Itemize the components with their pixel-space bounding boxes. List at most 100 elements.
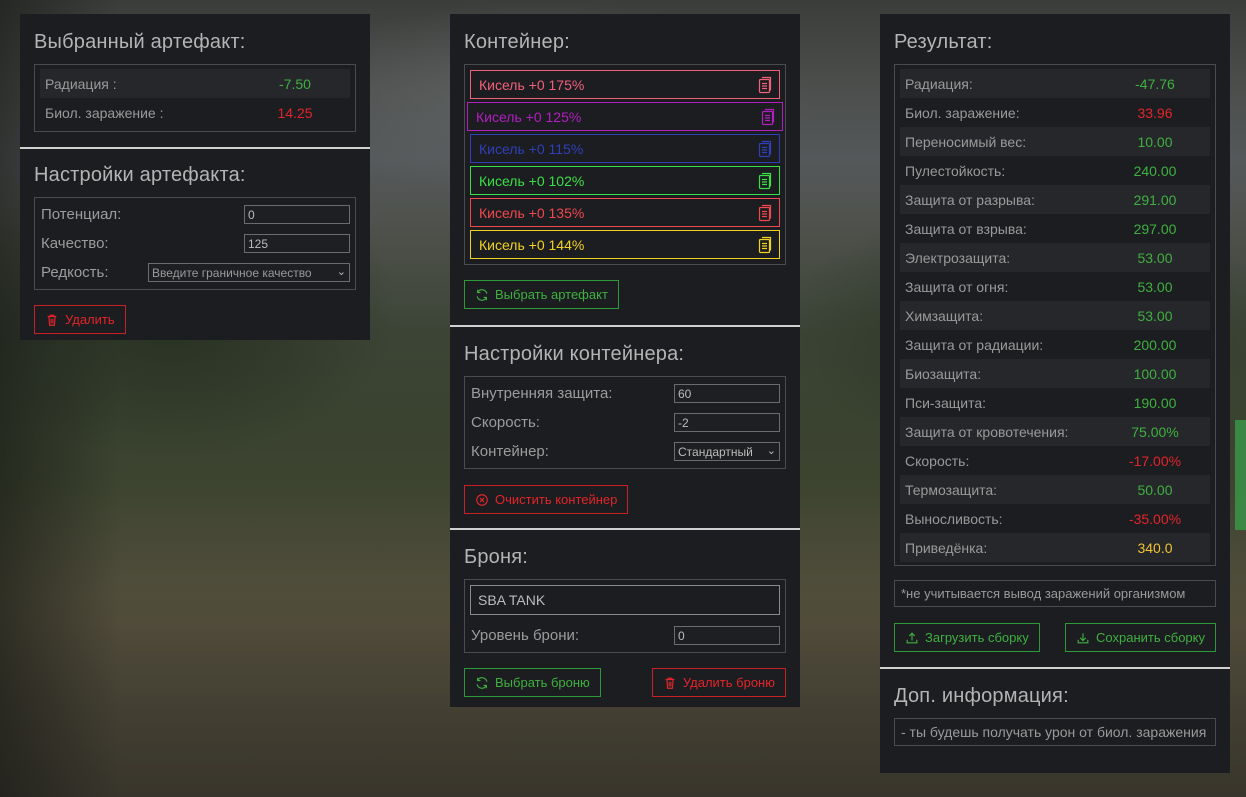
delete-armor-button[interactable]: Удалить броню (651, 668, 786, 697)
document-icon[interactable] (760, 108, 776, 126)
container-type-label: Контейнер: (471, 443, 549, 460)
stat-label: Защита от огня: (905, 278, 1009, 295)
stat-label: Скорость: (905, 452, 970, 469)
delete-artifact-button[interactable]: Удалить (34, 305, 126, 334)
container-slots: Кисель +0 175% Кисель +0 125% Кисель +0 11… (464, 64, 786, 265)
stat-value: 240.00 (1133, 162, 1177, 179)
stat-label: Радиация: (905, 75, 973, 92)
result-title: Результат: (894, 31, 993, 53)
stat-label: Электрозащита: (905, 249, 1011, 266)
close-circle-icon (476, 493, 488, 506)
potential-input[interactable] (244, 205, 350, 224)
document-icon[interactable] (757, 236, 773, 254)
stat-row: Защита от взрыва: 297.00 (900, 214, 1210, 243)
stat-row: Радиация: -47.76 (900, 69, 1210, 98)
result-stats: Радиация: -47.76 Биол. заражение: 33.96 Пере… (894, 64, 1216, 566)
stat-label: Биол. заражение : (45, 104, 164, 121)
container-slot[interactable]: Кисель +0 135% (470, 198, 780, 227)
stat-value: 10.00 (1137, 133, 1173, 150)
extra-info-title: Доп. информация: (894, 685, 1069, 707)
stat-label: Пси-защита: (905, 394, 987, 411)
artifact-stats: Радиация : -7.50 Биол. заражение : 14.25 (34, 64, 356, 132)
artifact-settings-title: Настройки артефакта: (34, 164, 246, 186)
stat-label: Приведёнка: (905, 539, 988, 556)
choose-artifact-button[interactable]: Выбрать артефакт (464, 280, 619, 309)
download-icon (1077, 632, 1089, 643)
stat-label: Радиация : (45, 75, 117, 92)
stat-label: Пулестойкость: (905, 162, 1006, 179)
slot-label: Кисель +0 175% (479, 76, 585, 93)
refresh-icon (476, 676, 488, 689)
container-slot[interactable]: Кисель +0 175% (470, 70, 780, 99)
stat-value: -17.00% (1128, 452, 1182, 469)
armor-level-label: Уровень брони: (471, 627, 580, 644)
stat-row: Скорость: -17.00% (900, 446, 1210, 475)
stat-label: Биозащита: (905, 365, 982, 382)
artifact-panel: Выбранный артефакт: Радиация : -7.50 Биол.… (20, 14, 370, 340)
stat-row: Переносимый вес: 10.00 (900, 127, 1210, 156)
stat-value: 53.00 (1137, 307, 1173, 324)
stat-row: Пси-защита: 190.00 (900, 388, 1210, 417)
stat-label: Биол. заражение: (905, 104, 1020, 121)
extra-info-text: - ты будешь получать урон от биол. зараж… (894, 718, 1216, 746)
document-icon[interactable] (757, 76, 773, 94)
stat-row: Биол. заражение: 33.96 (900, 98, 1210, 127)
armor-title: Броня: (464, 546, 529, 568)
stat-value: -35.00% (1128, 510, 1182, 527)
upload-icon (906, 631, 918, 643)
speed-input[interactable] (674, 413, 780, 432)
stat-row: Защита от радиации: 200.00 (900, 330, 1210, 359)
rarity-label: Редкость: (41, 264, 109, 281)
stat-value: 50.00 (1137, 481, 1173, 498)
container-type-select[interactable]: Стандартный ⌄ (674, 442, 780, 461)
container-slot[interactable]: Кисель +0 115% (470, 134, 780, 163)
stat-label: Выносливость: (905, 510, 1003, 527)
stat-row: Биол. заражение : 14.25 (40, 98, 350, 127)
armor-name-field[interactable]: SBA TANK (470, 585, 780, 615)
container-slot[interactable]: Кисель +0 144% (470, 230, 780, 259)
container-slot[interactable]: Кисель +0 102% (470, 166, 780, 195)
container-type-value: Стандартный (678, 444, 753, 459)
trash-icon (665, 677, 675, 689)
stat-row: Приведёнка: 340.0 (900, 533, 1210, 562)
slot-label: Кисель +0 102% (479, 172, 585, 189)
result-note: *не учитывается вывод заражений организм… (894, 580, 1216, 607)
stat-value: -7.50 (279, 75, 311, 92)
result-panel: Результат: Радиация: -47.76 Биол. заражени… (880, 14, 1230, 773)
delete-armor-label: Удалить броню (682, 675, 775, 690)
stat-row: Биозащита: 100.00 (900, 359, 1210, 388)
delete-artifact-label: Удалить (65, 312, 115, 327)
refresh-icon (476, 288, 488, 301)
load-build-button[interactable]: Загрузить сборку (894, 623, 1040, 652)
stat-label: Защита от кровотечения: (905, 423, 1069, 440)
inner-protection-input[interactable] (674, 384, 780, 403)
stat-value: 53.00 (1137, 249, 1173, 266)
inner-protection-label: Внутренняя защита: (471, 385, 613, 402)
quality-label: Качество: (41, 235, 109, 252)
container-settings-title: Настройки контейнера: (464, 343, 685, 365)
container-title: Контейнер: (464, 31, 570, 53)
choose-armor-button[interactable]: Выбрать броню (464, 668, 601, 697)
container-panel: Контейнер: Кисель +0 175% Кисель +0 125% К… (450, 14, 800, 707)
rarity-select[interactable]: Введите граничное качество ⌄ (148, 263, 350, 282)
stat-value: 14.25 (277, 104, 313, 121)
document-icon[interactable] (757, 140, 773, 158)
chevron-down-icon: ⌄ (336, 266, 346, 278)
stat-row: Защита от кровотечения: 75.00% (900, 417, 1210, 446)
armor-level-input[interactable] (674, 626, 780, 645)
stat-row: Защита от огня: 53.00 (900, 272, 1210, 301)
stat-label: Термозащита: (905, 481, 998, 498)
speed-label: Скорость: (471, 414, 540, 431)
stat-label: Защита от радиации: (905, 336, 1044, 353)
clear-container-button[interactable]: Очистить контейнер (464, 485, 629, 514)
container-slot[interactable]: Кисель +0 125% (467, 102, 783, 131)
stat-row: Радиация : -7.50 (40, 69, 350, 98)
artifact-settings: Потенциал: Качество: Редкость: Введите г… (34, 197, 356, 290)
quality-input[interactable] (244, 234, 350, 253)
stat-value: 340.0 (1137, 539, 1173, 556)
stat-value: 33.96 (1137, 104, 1173, 121)
save-build-button[interactable]: Сохранить сборку (1065, 623, 1216, 652)
document-icon[interactable] (757, 204, 773, 222)
document-icon[interactable] (757, 172, 773, 190)
artifact-title: Выбранный артефакт: (34, 31, 246, 53)
